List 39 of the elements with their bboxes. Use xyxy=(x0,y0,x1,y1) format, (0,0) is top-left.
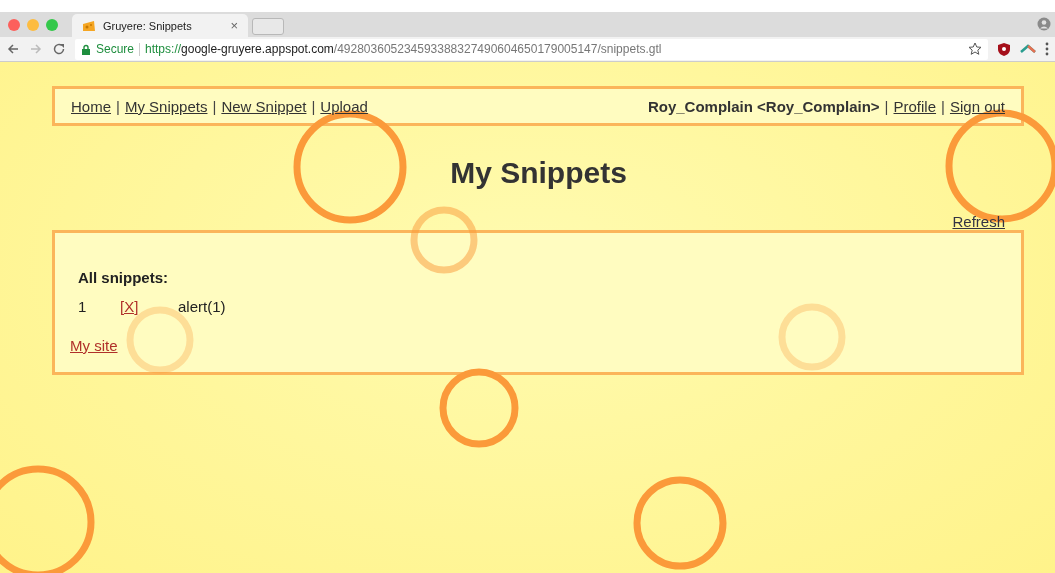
browser-tab[interactable]: Gruyere: Snippets × xyxy=(72,14,248,37)
nav-link[interactable]: My Snippets xyxy=(124,97,208,115)
separator: | xyxy=(116,97,120,115)
snippet-text: alert(1) xyxy=(178,298,226,315)
lock-icon xyxy=(81,43,91,55)
separator: | xyxy=(212,97,217,115)
snippet-number: 1 xyxy=(78,298,88,315)
separator: | xyxy=(941,97,945,115)
tab-title: Gruyere: Snippets xyxy=(103,19,193,32)
extension-icon[interactable] xyxy=(1020,44,1036,54)
forward-icon[interactable] xyxy=(29,42,43,56)
tab-close-button[interactable]: × xyxy=(230,18,238,33)
nav-link[interactable]: Upload xyxy=(320,97,368,115)
back-icon[interactable] xyxy=(6,42,20,56)
address-field[interactable]: Secure https://google-gruyere.appspot.com/492803605234593388327490604650179005147/snippets.gtl xyxy=(75,38,988,60)
user-name: Roy_Complain <Roy_Complain> xyxy=(647,97,880,115)
delete-link[interactable]: [X] xyxy=(120,298,178,315)
refresh-link[interactable]: Refresh xyxy=(952,213,1005,230)
page-title: My Snippets xyxy=(449,156,628,190)
circle-decoration xyxy=(410,206,478,274)
separator: | xyxy=(311,97,316,115)
menu-icon[interactable] xyxy=(1045,42,1049,56)
nav-link[interactable]: Profile xyxy=(893,97,937,115)
secure-label: Secure xyxy=(96,42,135,56)
nav-link[interactable]: New Snippet xyxy=(221,97,307,115)
separator: | xyxy=(884,97,889,115)
section-heading: All snippets: xyxy=(78,269,169,286)
my-site-link[interactable]: My site xyxy=(70,337,118,354)
zoom-window-icon[interactable] xyxy=(46,18,58,31)
circle-decoration xyxy=(778,303,846,371)
nav-link[interactable]: Home xyxy=(71,97,111,115)
url-text: https://google-gruyere.appspot.com/492803605234593388327490604650179005147/snippets.gtl xyxy=(145,42,663,56)
close-window-icon[interactable] xyxy=(8,18,20,31)
new-tab-button[interactable] xyxy=(252,18,284,35)
reload-icon[interactable] xyxy=(52,42,66,56)
profile-icon[interactable] xyxy=(1037,17,1051,31)
star-icon[interactable] xyxy=(968,42,982,56)
cheese-icon xyxy=(82,18,96,33)
shield-icon[interactable] xyxy=(997,41,1011,57)
